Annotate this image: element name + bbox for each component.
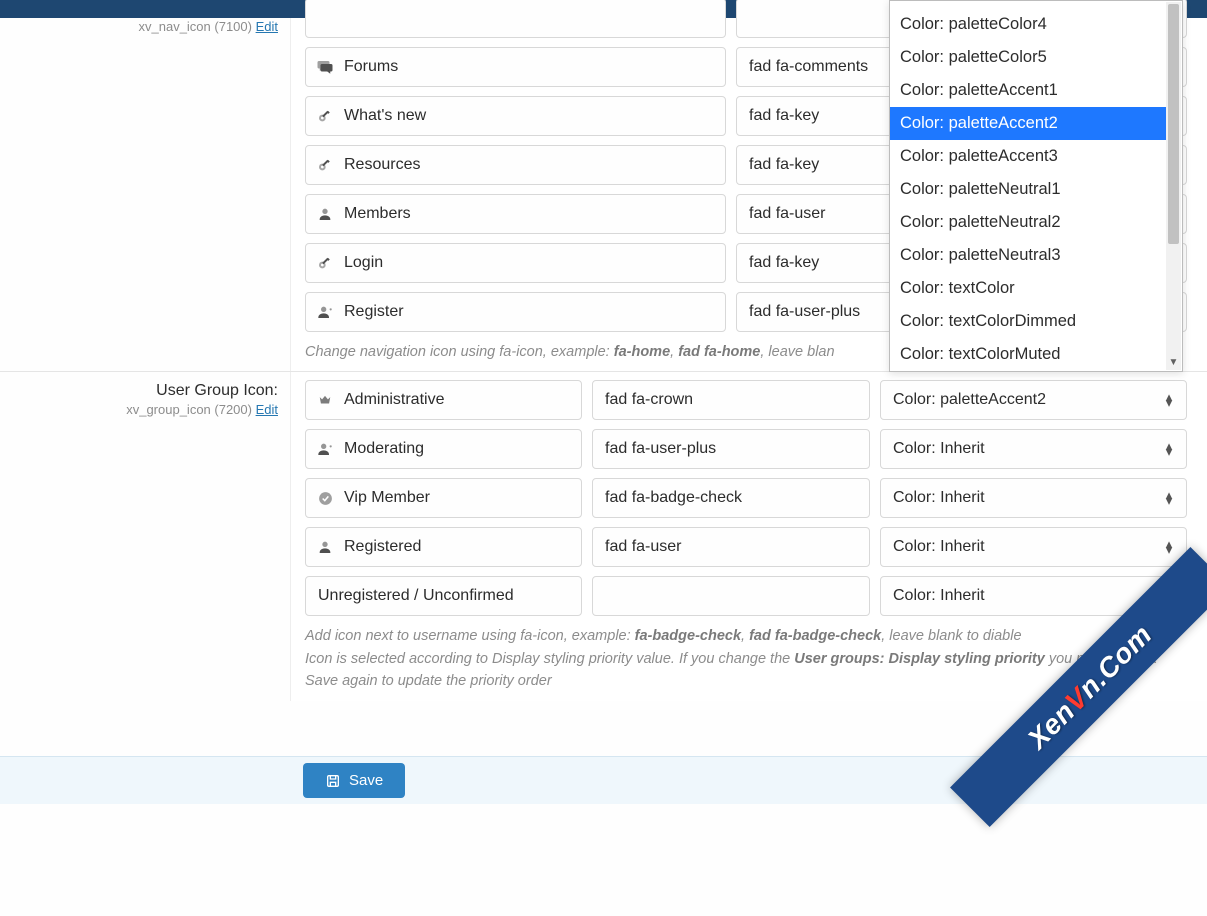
nav-row-members[interactable]: Members (305, 194, 726, 234)
group-help-text: Add icon next to username using fa-icon,… (305, 625, 1187, 692)
user-plus-icon (316, 303, 334, 321)
crown-icon (316, 391, 334, 409)
group-row-registered[interactable]: Registered (305, 527, 582, 567)
nav-label: What's new (344, 107, 426, 125)
group-row-vip[interactable]: Vip Member (305, 478, 582, 518)
nav-value-text: fad fa-key (749, 107, 819, 125)
dropdown-option[interactable]: Color: paletteAccent3 (890, 140, 1166, 173)
group-label: Vip Member (344, 489, 430, 507)
group-color-unregistered[interactable]: Color: Inherit ▴▾ (880, 576, 1187, 616)
badge-check-icon (316, 489, 334, 507)
group-color-moderating[interactable]: Color: Inherit ▴▾ (880, 429, 1187, 469)
group-color-text: Color: Inherit (893, 538, 985, 556)
group-value-admin[interactable]: fad fa-crown (592, 380, 870, 420)
key-icon (316, 156, 334, 174)
comments-icon (316, 58, 334, 76)
nav-value-text: fad fa-comments (749, 58, 868, 76)
group-value-text: fad fa-badge-check (605, 489, 742, 507)
dropdown-option[interactable]: Color: textColorMuted (890, 338, 1166, 371)
group-label: Unregistered / Unconfirmed (318, 587, 514, 605)
group-color-text: Color: Inherit (893, 440, 985, 458)
nav-label: Forums (344, 58, 398, 76)
nav-icon-meta: xv_nav_icon (7100) Edit (0, 19, 278, 34)
group-edit-link[interactable]: Edit (256, 402, 278, 417)
dropdown-option[interactable]: Color: textColorDimmed (890, 305, 1166, 338)
select-arrows-icon: ▴▾ (1164, 492, 1174, 504)
group-color-vip[interactable]: Color: Inherit ▴▾ (880, 478, 1187, 518)
group-color-text: Color: paletteAccent2 (893, 391, 1046, 409)
chevron-down-icon[interactable]: ▼ (1166, 357, 1181, 368)
dropdown-option[interactable]: Color: paletteNeutral1 (890, 173, 1166, 206)
group-row-unregistered[interactable]: Unregistered / Unconfirmed (305, 576, 582, 616)
group-icon-meta: xv_group_icon (7200) Edit (0, 402, 278, 417)
group-value-text: fad fa-crown (605, 391, 693, 409)
nav-row-resources[interactable]: Resources (305, 145, 726, 185)
nav-row-login[interactable]: Login (305, 243, 726, 283)
dropdown-option[interactable]: Color: textColor (890, 272, 1166, 305)
user-icon (316, 205, 334, 223)
group-value-text: fad fa-user-plus (605, 440, 716, 458)
section-user-group-icon: User Group Icon: xv_group_icon (7200) Ed… (0, 372, 1207, 700)
group-label: Registered (344, 538, 421, 556)
group-value-unregistered[interactable] (592, 576, 870, 616)
group-value-moderating[interactable]: fad fa-user-plus (592, 429, 870, 469)
group-color-text: Color: Inherit (893, 587, 985, 605)
nav-label: Members (344, 205, 411, 223)
nav-row-register[interactable]: Register (305, 292, 726, 332)
group-row-admin[interactable]: Administrative (305, 380, 582, 420)
group-color-registered[interactable]: Color: Inherit ▴▾ (880, 527, 1187, 567)
group-color-admin[interactable]: Color: paletteAccent2 ▴▾ (880, 380, 1187, 420)
nav-value-text: fad fa-user (749, 205, 825, 223)
footer-bar: Save (0, 756, 1207, 804)
nav-value-text: fad fa-key (749, 156, 819, 174)
select-arrows-icon: ▴▾ (1164, 394, 1174, 406)
color-dropdown[interactable]: Color: paletteColor4Color: paletteColor5… (889, 0, 1183, 372)
group-label: Moderating (344, 440, 424, 458)
nav-row-whatsnew[interactable]: What's new (305, 96, 726, 136)
save-icon (325, 773, 341, 789)
dropdown-option[interactable] (890, 1, 1166, 8)
dropdown-option[interactable]: Color: paletteAccent2 (890, 107, 1166, 140)
group-value-text: fad fa-user (605, 538, 681, 556)
dropdown-option[interactable]: Color: paletteColor5 (890, 41, 1166, 74)
group-label: Administrative (344, 391, 444, 409)
key-icon (316, 254, 334, 272)
select-arrows-icon: ▴▾ (1164, 541, 1174, 553)
user-plus-icon (316, 440, 334, 458)
save-button[interactable]: Save (303, 763, 405, 798)
nav-value-text: fad fa-user-plus (749, 303, 860, 321)
select-arrows-icon: ▴▾ (1164, 590, 1174, 602)
nav-label: Login (344, 254, 383, 272)
group-value-vip[interactable]: fad fa-badge-check (592, 478, 870, 518)
group-icon-title: User Group Icon: (0, 382, 278, 400)
save-label: Save (349, 772, 383, 789)
dropdown-option[interactable]: Color: paletteColor4 (890, 8, 1166, 41)
group-color-text: Color: Inherit (893, 489, 985, 507)
group-value-registered[interactable]: fad fa-user (592, 527, 870, 567)
nav-icon-id: xv_nav_icon (7100) (139, 19, 252, 34)
nav-label: Resources (344, 156, 420, 174)
dropdown-scrollbar[interactable]: ▼ (1166, 2, 1181, 370)
nav-edit-link[interactable]: Edit (256, 19, 278, 34)
nav-row-forums[interactable]: Forums (305, 47, 726, 87)
user-icon (316, 538, 334, 556)
nav-label: Register (344, 303, 404, 321)
nav-value-text: fad fa-key (749, 254, 819, 272)
nav-row-input[interactable] (305, 0, 726, 38)
dropdown-option[interactable]: Color: paletteNeutral3 (890, 239, 1166, 272)
key-icon (316, 107, 334, 125)
group-row-moderating[interactable]: Moderating (305, 429, 582, 469)
select-arrows-icon: ▴▾ (1164, 443, 1174, 455)
scrollbar-thumb[interactable] (1168, 4, 1179, 244)
group-icon-id: xv_group_icon (7200) (126, 402, 252, 417)
dropdown-option[interactable]: Color: paletteAccent1 (890, 74, 1166, 107)
dropdown-option[interactable]: Color: paletteNeutral2 (890, 206, 1166, 239)
